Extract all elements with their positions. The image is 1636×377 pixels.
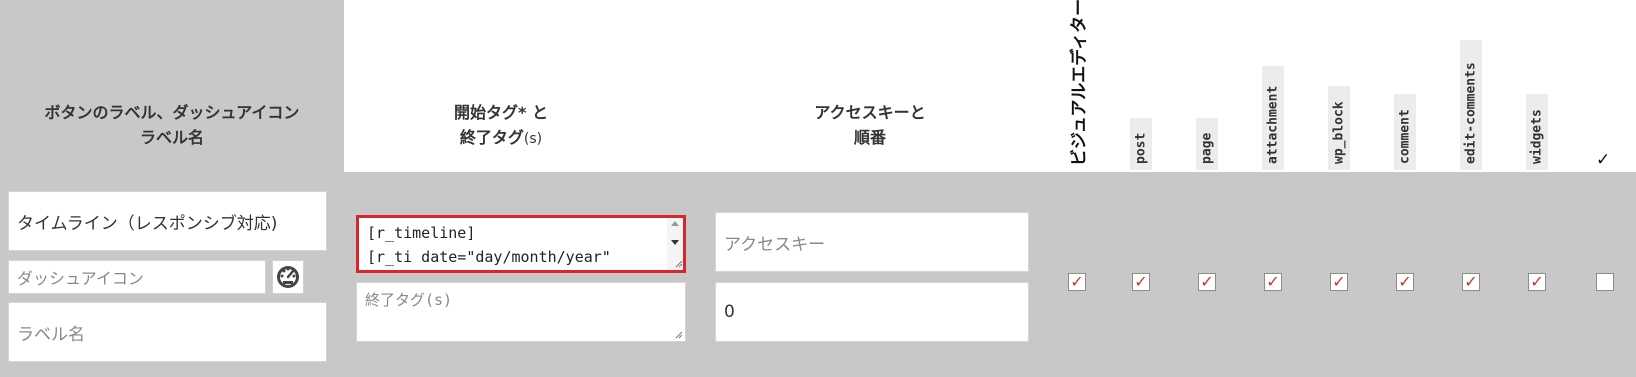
header-visual-editor: ビジュアルエディター [1066,0,1090,168]
header-widgets-label: widgets [1529,109,1545,164]
header-edit-comments-label: edit-comments [1463,62,1479,164]
scroll-up-icon[interactable] [671,221,679,226]
end-tag-placeholder: 終了タグ(s) [365,291,453,309]
header-visual-editor-label: ビジュアルエディター [1069,0,1090,166]
resize-handle-icon[interactable] [673,329,683,339]
header-wp-block[interactable]: wp_block [1328,86,1350,170]
header-col-accesskey: アクセスキーと 順番 [760,100,980,150]
header-wp-block-label: wp_block [1331,101,1347,164]
access-key-input[interactable]: アクセスキー [715,212,1029,272]
header-comment-label: comment [1397,109,1413,164]
header-col-label: ボタンのラベル、ダッシュアイコン ラベル名 [0,100,344,150]
start-tag-line2: [r_ti date="day/month/year" [367,248,611,266]
checkbox-edit-comments[interactable]: ✓ [1462,273,1480,291]
dashboard-icon [277,266,299,288]
checkbox-wp-block[interactable]: ✓ [1330,273,1348,291]
header-col-accesskey-line1: アクセスキーと [814,103,926,122]
dashicon-input[interactable]: ダッシュアイコン [8,260,266,294]
header-comment[interactable]: comment [1394,94,1416,170]
checkbox-post[interactable]: ✓ [1132,273,1150,291]
checkbox-widgets[interactable]: ✓ [1528,273,1546,291]
header-check-all[interactable]: ✓ [1596,150,1610,170]
checkbox-all[interactable] [1596,273,1614,291]
start-tag-textarea[interactable]: [r_timeline] [r_ti date="day/month/year" [356,215,686,273]
header-page[interactable]: page [1196,118,1218,170]
header-widgets[interactable]: widgets [1526,94,1548,170]
label-name-input[interactable]: ラベル名 [8,302,327,362]
header-col-tags-line1: 開始タグ* と [454,103,548,122]
header-col-tags: 開始タグ* と 終了タグ(s) [396,100,606,152]
header-edit-comments[interactable]: edit-comments [1460,40,1482,170]
dashicon-picker-button[interactable] [272,260,304,294]
checkbox-attachment[interactable]: ✓ [1264,273,1282,291]
scroll-down-icon[interactable] [671,240,679,245]
resize-handle-icon[interactable] [673,258,683,268]
header-col-label-line1: ボタンのラベル、ダッシュアイコン [44,103,300,122]
header-col-tags-line2: 終了タグ(s) [459,128,543,147]
header-col-label-line2: ラベル名 [139,128,204,147]
start-tag-line1: [r_timeline] [367,224,476,242]
checkbox-page[interactable]: ✓ [1198,273,1216,291]
header-col-accesskey-line2: 順番 [853,128,886,147]
checkbox-comment[interactable]: ✓ [1396,273,1414,291]
button-label-input[interactable]: タイムライン（レスポンシブ対応) [8,191,327,251]
header-post[interactable]: post [1130,118,1152,170]
header-post-label: post [1133,132,1149,164]
order-input[interactable]: 0 [715,282,1029,342]
header-page-label: page [1199,132,1215,164]
end-tag-textarea[interactable]: 終了タグ(s) [356,282,686,342]
header-attachment-label: attachment [1265,85,1281,164]
header-attachment[interactable]: attachment [1262,66,1284,170]
checkbox-visual-editor[interactable]: ✓ [1068,273,1086,291]
